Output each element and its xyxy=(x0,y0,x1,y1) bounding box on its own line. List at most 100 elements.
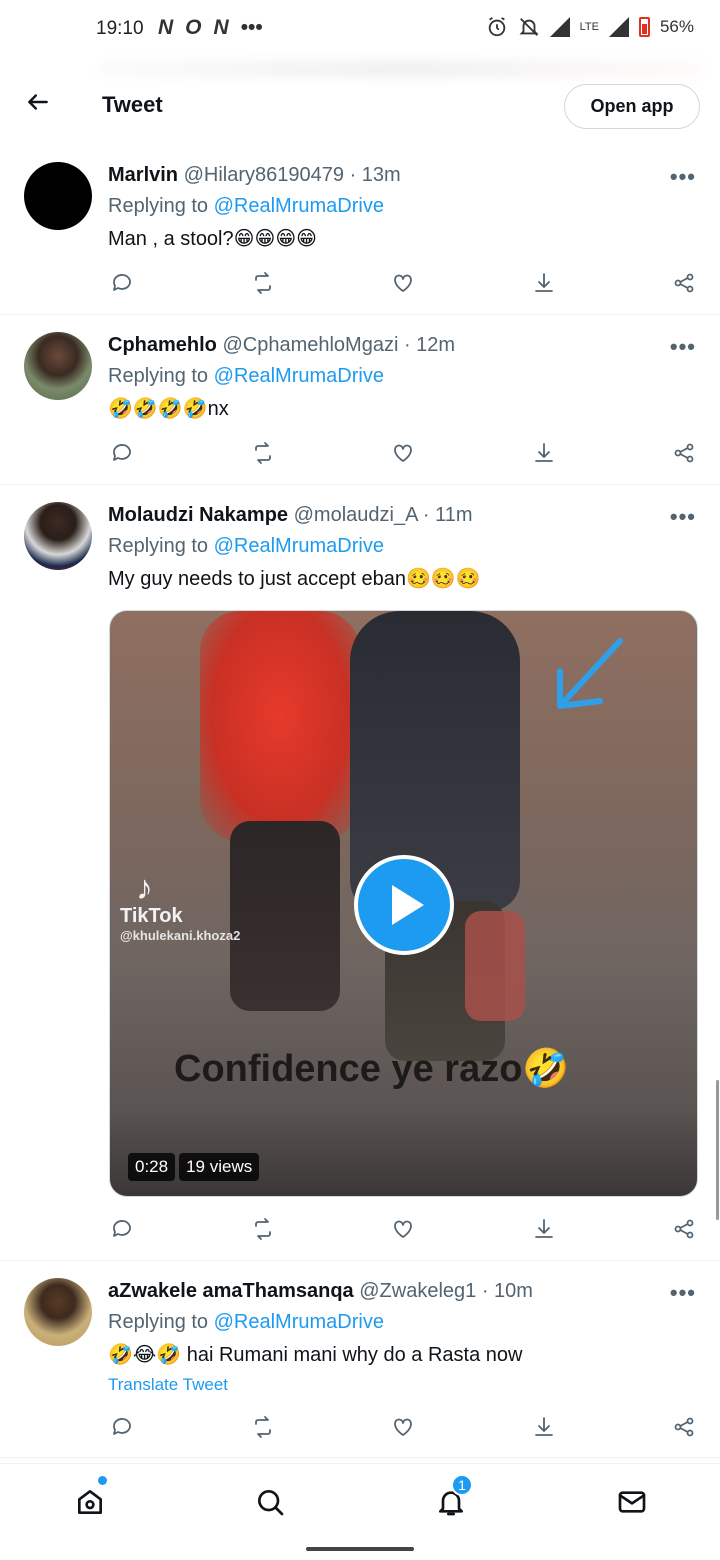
messages-tab[interactable] xyxy=(612,1482,652,1522)
video-duration: 0:28 xyxy=(128,1153,176,1181)
reply-icon[interactable] xyxy=(108,269,136,297)
tiktok-user: @khulekani.khoza2 xyxy=(120,928,241,943)
user-name[interactable]: Molaudzi Nakampe xyxy=(108,504,288,526)
replying-prefix: Replying to xyxy=(108,1311,209,1333)
tweet-text: Man , a stool?😁😁😁😁 xyxy=(108,228,318,250)
more-notifications-icon: ••• xyxy=(240,16,263,39)
tweet[interactable]: Molaudzi Nakampe @molaudzi_A · 11m ••• R… xyxy=(0,486,720,1261)
reply-icon[interactable] xyxy=(108,439,136,467)
open-app-button[interactable]: Open app xyxy=(564,84,700,129)
battery-level: 56% xyxy=(659,17,694,36)
video-frame-bag xyxy=(465,911,525,1021)
tiktok-logo-icon: ♪ xyxy=(136,869,153,907)
tweet-header: Cphamehlo @CphamehloMgazi · 12m xyxy=(108,334,455,357)
user-handle[interactable]: @Hilary86190479 xyxy=(184,164,344,186)
download-icon[interactable] xyxy=(530,1215,558,1243)
video-player[interactable]: ♪ TikTok @khulekani.khoza2 Confidence ye… xyxy=(109,610,698,1197)
replying-prefix: Replying to xyxy=(108,535,209,557)
tweet[interactable]: Marlvin @Hilary86190479 · 13m ••• Replyi… xyxy=(0,148,720,315)
tweet-time: · 10m xyxy=(481,1280,533,1302)
mail-icon xyxy=(618,1491,646,1513)
replying-to-link[interactable]: @RealMrumaDrive xyxy=(214,195,384,217)
like-icon[interactable] xyxy=(389,269,417,297)
tweet[interactable]: Cphamehlo @CphamehloMgazi · 12m ••• Repl… xyxy=(0,316,720,485)
lte-icon: LTE xyxy=(579,21,599,33)
replying-to: Replying to @RealMrumaDrive xyxy=(108,1311,384,1334)
download-icon[interactable] xyxy=(530,1413,558,1441)
translate-tweet-link[interactable]: Translate Tweet xyxy=(108,1375,228,1395)
share-icon[interactable] xyxy=(670,1215,698,1243)
status-right-icons: LTE 56% xyxy=(486,16,694,38)
tweet-time: · 12m xyxy=(403,334,456,356)
retweet-icon[interactable] xyxy=(249,439,277,467)
more-options-icon[interactable]: ••• xyxy=(670,334,696,360)
tweet-actions xyxy=(108,438,698,468)
replying-prefix: Replying to xyxy=(108,365,209,387)
home-unread-dot xyxy=(98,1476,107,1485)
user-name[interactable]: Marlvin xyxy=(108,164,178,186)
home-tab[interactable] xyxy=(70,1482,110,1522)
header-shadow xyxy=(100,62,700,76)
user-handle[interactable]: @molaudzi_A xyxy=(294,504,418,526)
status-time: 19:10 xyxy=(96,18,144,39)
avatar[interactable] xyxy=(24,502,92,570)
like-icon[interactable] xyxy=(389,439,417,467)
tweet-actions xyxy=(108,268,698,298)
more-options-icon[interactable]: ••• xyxy=(670,164,696,190)
replying-to-link[interactable]: @RealMrumaDrive xyxy=(214,535,384,557)
search-tab[interactable] xyxy=(250,1482,290,1522)
replying-to: Replying to @RealMrumaDrive xyxy=(108,195,384,218)
like-icon[interactable] xyxy=(389,1215,417,1243)
status-bar: 19:10 N O N ••• LTE 56% xyxy=(0,0,720,62)
back-button[interactable] xyxy=(20,84,56,120)
retweet-icon[interactable] xyxy=(249,269,277,297)
user-handle[interactable]: @CphamehloMgazi xyxy=(222,334,398,356)
play-button[interactable] xyxy=(354,855,454,955)
retweet-icon[interactable] xyxy=(249,1215,277,1243)
avatar[interactable] xyxy=(24,1278,92,1346)
more-options-icon[interactable]: ••• xyxy=(670,504,696,530)
replying-to-link[interactable]: @RealMrumaDrive xyxy=(214,1311,384,1333)
n-app-icon: N xyxy=(158,16,174,39)
user-name[interactable]: aZwakele amaThamsanqa xyxy=(108,1280,354,1302)
battery-icon xyxy=(638,17,650,37)
tweet-text: My guy needs to just accept eban🥴🥴🥴 xyxy=(108,568,481,590)
tweet-time: · 13m xyxy=(349,164,401,186)
arrow-overlay-icon xyxy=(557,638,623,709)
replying-to: Replying to @RealMrumaDrive xyxy=(108,365,384,388)
share-icon[interactable] xyxy=(670,1413,698,1441)
tweet-header: aZwakele amaThamsanqa @Zwakeleg1 · 10m xyxy=(108,1280,533,1303)
n-app-icon-2: N xyxy=(213,16,229,39)
replying-to-link[interactable]: @RealMrumaDrive xyxy=(214,365,384,387)
reply-icon[interactable] xyxy=(108,1413,136,1441)
home-indicator[interactable] xyxy=(306,1547,414,1551)
download-icon[interactable] xyxy=(530,439,558,467)
o-app-icon: O xyxy=(185,16,202,39)
user-handle[interactable]: @Zwakeleg1 xyxy=(359,1280,476,1302)
scrollbar[interactable] xyxy=(716,1080,719,1220)
back-arrow-icon xyxy=(28,94,48,110)
video-frame-figure xyxy=(200,611,360,841)
alarm-icon xyxy=(488,17,505,37)
share-icon[interactable] xyxy=(670,269,698,297)
tweet-text: 🤣😂🤣 hai Rumani mani why do a Rasta now xyxy=(108,1344,523,1366)
avatar[interactable] xyxy=(24,332,92,400)
avatar[interactable] xyxy=(24,162,92,230)
user-name[interactable]: Cphamehlo xyxy=(108,334,217,356)
like-icon[interactable] xyxy=(389,1413,417,1441)
tweet[interactable]: aZwakele amaThamsanqa @Zwakeleg1 · 10m •… xyxy=(0,1262,720,1458)
retweet-icon[interactable] xyxy=(249,1413,277,1441)
bottom-navigation: 1 xyxy=(0,1463,720,1537)
signal-icon xyxy=(549,17,570,37)
video-caption: Confidence ye razo🤣 xyxy=(174,1048,570,1090)
share-icon[interactable] xyxy=(670,439,698,467)
signal-icon-2 xyxy=(608,17,629,37)
download-icon[interactable] xyxy=(530,269,558,297)
home-icon xyxy=(78,1490,102,1514)
more-options-icon[interactable]: ••• xyxy=(670,1280,696,1306)
replying-to: Replying to @RealMrumaDrive xyxy=(108,535,384,558)
reply-icon[interactable] xyxy=(108,1215,136,1243)
tiktok-name: TikTok xyxy=(120,905,183,927)
page-title: Tweet xyxy=(102,92,163,117)
video-frame-figure xyxy=(230,821,340,1011)
